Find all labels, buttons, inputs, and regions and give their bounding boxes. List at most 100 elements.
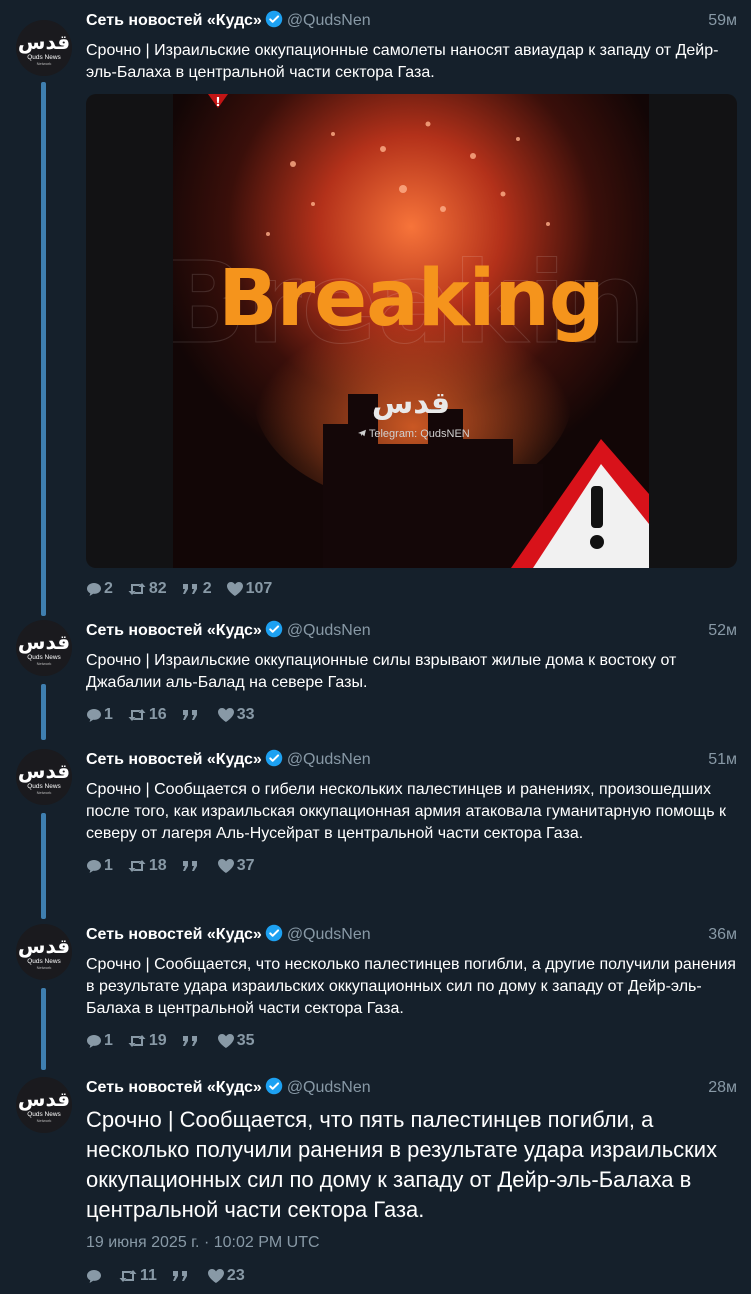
display-name[interactable]: Сеть новостей «Кудс» [86,926,262,943]
tweet-text: Срочно | Израильские оккупационные самол… [86,42,719,81]
retweet-button[interactable]: 16 [127,706,167,724]
svg-text:Network: Network [37,661,52,666]
verified-badge-icon [265,1077,283,1095]
avatar[interactable]: قدس Quds News Network [16,749,72,805]
heart-icon [217,859,234,873]
avatar-sub2-text: Network [37,61,52,66]
avatar-logo-text: قدس [18,30,70,54]
breaking-poster: ! Breaking Breaking قدس Telegram: Qud [173,94,649,568]
thread-line [41,988,46,1070]
retweet-icon [128,583,146,595]
reply-button[interactable] [86,1268,104,1284]
quote-button[interactable]: 2 [181,580,212,598]
reply-button[interactable]: 1 [86,706,113,724]
heart-icon [217,708,234,722]
tweet-actions: 1 18 37 [86,855,737,877]
timestamp[interactable]: 59м [708,10,737,32]
display-name[interactable]: Сеть новостей «Кудс» [86,12,262,29]
svg-text:قدس: قدس [18,934,70,958]
tweet-text: Срочно | Сообщается о гибели нескольких … [86,781,726,842]
verified-badge-icon [265,924,283,942]
tweet-actions: 1 16 33 [86,704,737,726]
svg-text:قدس: قدس [18,1087,70,1111]
avatar-sub-text: Quds News [27,54,61,61]
verified-badge-icon [265,620,283,638]
quote-button[interactable] [171,1268,193,1284]
retweet-button[interactable]: 19 [127,1032,167,1050]
svg-text:Network: Network [37,1118,52,1123]
quote-button[interactable] [181,1033,203,1049]
avatar[interactable]: قدس Quds News Network [16,20,72,76]
quote-icon [182,1036,197,1046]
reply-button[interactable]: 1 [86,1032,113,1050]
svg-text:Network: Network [37,790,52,795]
quote-icon [172,1271,187,1281]
thread-line [41,82,46,616]
like-button[interactable]: 107 [226,580,272,598]
tweet-media[interactable]: ! Breaking Breaking قدس Telegram: Qud [86,94,737,568]
tweet-text: Срочно | Сообщается, что несколько палес… [86,956,736,1017]
avatar[interactable]: قدس Quds News Network [16,1077,72,1133]
svg-text:Network: Network [37,965,52,970]
svg-text:Quds News: Quds News [27,958,61,965]
reply-icon [87,1270,101,1283]
reply-icon [87,709,101,722]
verified-badge-icon [265,749,283,767]
timestamp[interactable]: 51м [708,749,737,771]
quote-button[interactable] [181,707,203,723]
verified-badge-icon [265,10,283,28]
telegram-icon [358,429,366,437]
tweet-actions: 11 23 [86,1265,737,1287]
retweet-button[interactable]: 11 [118,1267,157,1285]
display-name[interactable]: Сеть новостей «Кудс» [86,1079,262,1096]
breaking-headline: Breaking [218,254,604,344]
like-button[interactable]: 37 [217,857,255,875]
retweet-icon [119,1270,137,1282]
timestamp[interactable]: 52м [708,620,737,642]
quote-button[interactable] [181,858,203,874]
retweet-button[interactable]: 82 [127,580,167,598]
retweet-icon [128,1035,146,1047]
handle[interactable]: @QudsNen [287,751,371,768]
avatar[interactable]: قدس Quds News Network [16,924,72,980]
tweet-thread: قدس Quds News Network Сеть новостей «Куд… [0,0,751,1294]
display-name[interactable]: Сеть новостей «Кудс» [86,622,262,639]
display-name[interactable]: Сеть новостей «Кудс» [86,751,262,768]
tweet-text: Срочно | Израильские оккупационные силы … [86,652,677,691]
svg-text:قدس: قدس [18,759,70,783]
heart-icon [217,1034,234,1048]
like-button[interactable]: 23 [207,1267,245,1285]
reply-button[interactable]: 2 [86,580,113,598]
heart-icon [226,582,243,596]
retweet-button[interactable]: 18 [127,857,167,875]
svg-text:Quds News: Quds News [27,1111,61,1118]
timestamp[interactable]: 36м [708,924,737,946]
quote-icon [182,861,197,871]
handle[interactable]: @QudsNen [287,622,371,639]
handle[interactable]: @QudsNen [287,926,371,943]
telegram-credit: Telegram: QudsNEN [358,428,470,440]
retweet-icon [128,709,146,721]
quds-logo: قدس [371,386,451,421]
reply-button[interactable]: 1 [86,857,113,875]
tweet-actions: 2 82 2 107 [86,578,737,600]
tweet-text: Срочно | Сообщается, что пять палестинце… [86,1107,718,1222]
reply-icon [87,1035,101,1048]
like-button[interactable]: 33 [217,706,255,724]
tweet-date[interactable]: 19 июня 2025 г. · 10:02 PM UTC [86,1233,737,1253]
quote-icon [182,584,197,594]
reply-icon [87,860,101,873]
handle[interactable]: @QudsNen [287,1079,371,1096]
svg-text:!: ! [215,95,220,109]
heart-icon [207,1269,224,1283]
like-button[interactable]: 35 [217,1032,255,1050]
timestamp[interactable]: 28м [708,1077,737,1099]
svg-text:Quds News: Quds News [27,654,61,661]
tweet-actions: 1 19 35 [86,1030,737,1052]
svg-text:Quds News: Quds News [27,783,61,790]
retweet-icon [128,860,146,872]
avatar[interactable]: قدس Quds News Network [16,620,72,676]
thread-line [41,684,46,740]
svg-text:قدس: قدس [18,630,70,654]
handle[interactable]: @QudsNen [287,12,371,29]
